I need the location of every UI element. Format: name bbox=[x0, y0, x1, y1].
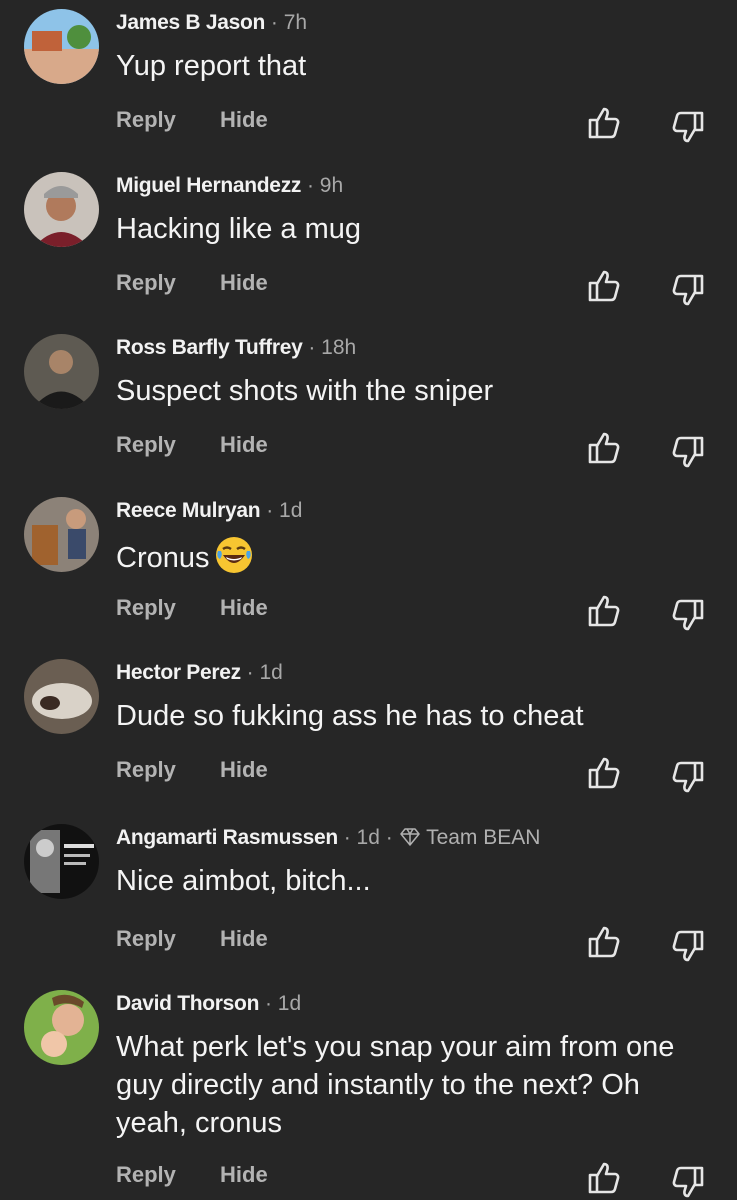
author-line: Miguel Hernandezz · 9h bbox=[116, 173, 343, 199]
thumbs-up-icon[interactable] bbox=[586, 105, 622, 141]
comment-actions: Reply Hide bbox=[116, 1162, 268, 1188]
thumbs-down-icon[interactable] bbox=[670, 434, 706, 470]
author-line: Ross Barfly Tuffrey · 18h bbox=[116, 335, 356, 361]
thumbs-up-icon[interactable] bbox=[586, 268, 622, 304]
comment-time: · 9h bbox=[306, 174, 344, 197]
comment-actions: Reply Hide bbox=[116, 595, 268, 621]
comment-time: · 1d bbox=[264, 992, 302, 1015]
thumbs-down-icon[interactable] bbox=[670, 109, 706, 145]
comment-actions: Reply Hide bbox=[116, 107, 268, 133]
avatar[interactable] bbox=[24, 824, 99, 899]
comment-text: Nice aimbot, bitch... bbox=[116, 865, 371, 897]
hide-button[interactable]: Hide bbox=[220, 270, 268, 296]
comment-time: · 1d bbox=[266, 499, 303, 522]
reply-button[interactable]: Reply bbox=[116, 757, 176, 782]
avatar[interactable] bbox=[24, 334, 99, 409]
comment-text: Yup report that bbox=[116, 50, 307, 82]
reply-button[interactable]: Reply bbox=[116, 595, 176, 620]
reply-button[interactable]: Reply bbox=[116, 432, 176, 457]
avatar[interactable] bbox=[24, 172, 99, 247]
reply-button[interactable]: Reply bbox=[116, 270, 176, 295]
avatar[interactable] bbox=[24, 659, 99, 734]
comment-actions: Reply Hide bbox=[116, 270, 268, 296]
thumbs-down-icon[interactable] bbox=[670, 759, 706, 795]
author-name[interactable]: Miguel Hernandezz bbox=[116, 174, 301, 197]
reply-button[interactable]: Reply bbox=[116, 926, 176, 951]
author-line: Hector Perez · 1d bbox=[116, 660, 283, 686]
thumbs-down-icon[interactable] bbox=[670, 597, 706, 633]
reply-button[interactable]: Reply bbox=[116, 1162, 176, 1187]
author-name[interactable]: Reece Mulryan bbox=[116, 499, 261, 522]
comment-text: What perk let's you snap your aim from o… bbox=[116, 1031, 675, 1139]
author-name[interactable]: Ross Barfly Tuffrey bbox=[116, 336, 303, 359]
team-badge[interactable]: Team BEAN bbox=[426, 826, 540, 849]
reply-button[interactable]: Reply bbox=[116, 107, 176, 132]
avatar[interactable] bbox=[24, 9, 99, 84]
hide-button[interactable]: Hide bbox=[220, 595, 268, 621]
hide-button[interactable]: Hide bbox=[220, 757, 268, 783]
author-line: Reece Mulryan · 1d bbox=[116, 498, 302, 524]
comment-text: Hacking like a mug bbox=[116, 213, 361, 245]
comment-time: · 1d · bbox=[343, 826, 393, 849]
comment-time: · 18h bbox=[308, 336, 357, 359]
avatar[interactable] bbox=[24, 990, 99, 1065]
hide-button[interactable]: Hide bbox=[220, 432, 268, 458]
comment-actions: Reply Hide bbox=[116, 757, 268, 783]
thumbs-up-icon[interactable] bbox=[586, 924, 622, 960]
hide-button[interactable]: Hide bbox=[220, 1162, 268, 1188]
comment-text: Suspect shots with the sniper bbox=[116, 375, 494, 407]
author-line: James B Jason · 7h bbox=[116, 10, 307, 36]
laughing-tears-emoji-icon bbox=[215, 537, 252, 573]
comment-text: Dude so fukking ass he has to cheat bbox=[116, 700, 584, 732]
comment-actions: Reply Hide bbox=[116, 432, 268, 458]
diamond-icon bbox=[399, 828, 420, 846]
thumbs-down-icon[interactable] bbox=[670, 1164, 706, 1200]
comment-text: Cronus bbox=[116, 535, 716, 577]
thumbs-down-icon[interactable] bbox=[670, 928, 706, 964]
comment-time: · 7h bbox=[270, 11, 308, 34]
thumbs-up-icon[interactable] bbox=[586, 1160, 622, 1196]
author-name[interactable]: Hector Perez bbox=[116, 661, 241, 684]
author-name[interactable]: Angamarti Rasmussen bbox=[116, 826, 338, 849]
author-name[interactable]: David Thorson bbox=[116, 992, 259, 1015]
comment-actions: Reply Hide bbox=[116, 926, 268, 952]
avatar[interactable] bbox=[24, 497, 99, 572]
thumbs-up-icon[interactable] bbox=[586, 755, 622, 791]
author-line: Angamarti Rasmussen · 1d · Team BEAN bbox=[116, 825, 540, 851]
author-line: David Thorson · 1d bbox=[116, 991, 301, 1017]
thumbs-down-icon[interactable] bbox=[670, 272, 706, 308]
comment-text-body: Cronus bbox=[116, 542, 210, 574]
author-name[interactable]: James B Jason bbox=[116, 11, 265, 34]
thumbs-up-icon[interactable] bbox=[586, 593, 622, 629]
comment-time: · 1d bbox=[246, 661, 283, 684]
hide-button[interactable]: Hide bbox=[220, 926, 268, 952]
hide-button[interactable]: Hide bbox=[220, 107, 268, 133]
thumbs-up-icon[interactable] bbox=[586, 430, 622, 466]
